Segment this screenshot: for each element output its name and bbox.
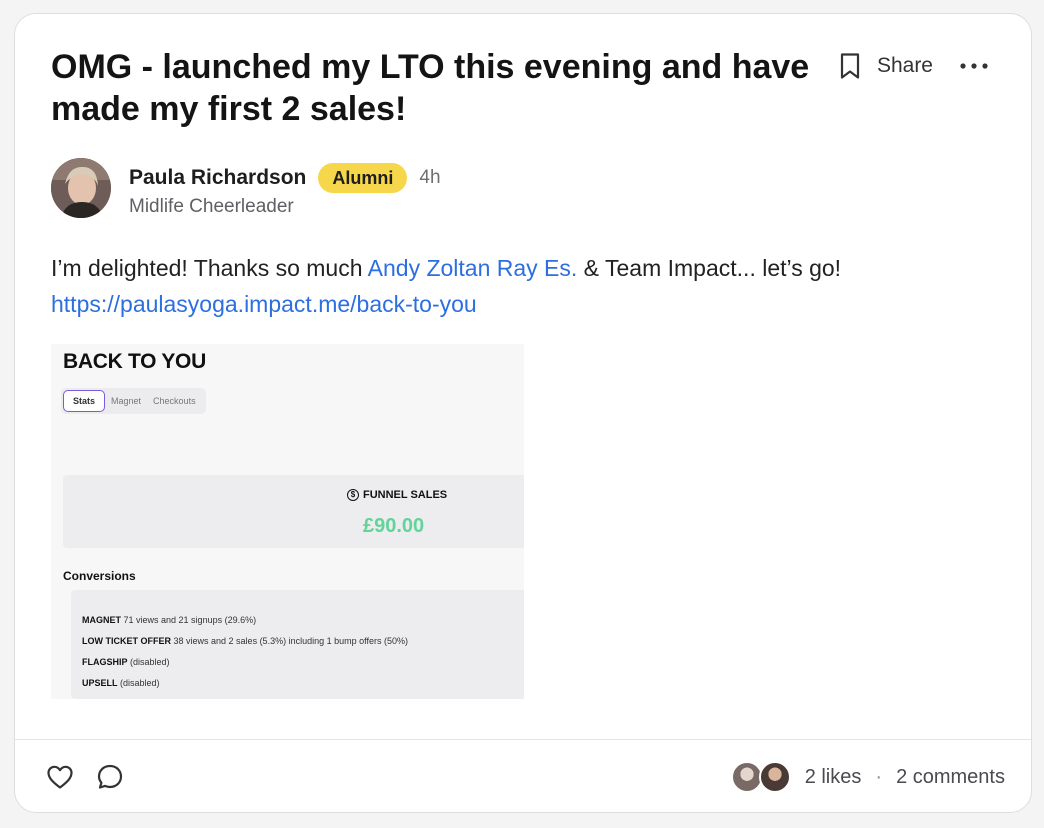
bookmark-icon[interactable] [837, 50, 863, 82]
attachment-tab-magnet: Magnet [111, 396, 142, 406]
conversion-detail: (disabled) [120, 678, 160, 688]
conversion-label: LOW TICKET OFFER [82, 636, 171, 646]
conversion-detail: (disabled) [130, 657, 170, 667]
attachment-title: BACK TO YOU [63, 350, 206, 373]
post-url-link[interactable]: https://paulasyoga.impact.me/back-to-you [51, 291, 477, 317]
conversion-label: UPSELL [82, 678, 118, 688]
body-text-start: I’m delighted! Thanks so much [51, 255, 368, 281]
footer-divider [15, 739, 1031, 740]
funnel-sales-panel: $ FUNNEL SALES £90.00 [63, 475, 524, 548]
funnel-sales-value: £90.00 [363, 515, 425, 537]
author-meta: Paula Richardson Alumni 4h Midlife Cheer… [129, 158, 441, 218]
conversion-row: LOW TICKET OFFER 38 views and 2 sales (5… [82, 631, 524, 652]
author-block: Paula Richardson Alumni 4h Midlife Cheer… [51, 158, 441, 220]
post-time: 4h [419, 167, 441, 188]
comments-count[interactable]: 2 comments [896, 766, 1005, 789]
attachment-tabs: Stats Magnet Checkouts [61, 388, 206, 414]
alumni-badge: Alumni [318, 163, 408, 193]
funnel-sales-label: $ FUNNEL SALES [347, 489, 447, 501]
attachment-tab-checkouts: Checkouts [153, 396, 196, 406]
conversion-label: MAGNET [82, 615, 121, 625]
funnel-sales-text: FUNNEL SALES [363, 489, 448, 501]
heart-icon[interactable] [45, 762, 75, 792]
avatar [730, 761, 763, 793]
more-icon[interactable] [959, 50, 989, 82]
conversions-panel: MAGNET 71 views and 21 signups (29.6%) L… [71, 590, 524, 699]
post-card: OMG - launched my LTO this evening and h… [14, 13, 1032, 813]
conversion-row: UPSELL (disabled) [82, 673, 524, 694]
share-button[interactable]: Share [877, 54, 933, 78]
author-line: Paula Richardson Alumni 4h [129, 162, 441, 194]
body-text-end: & Team Impact... let’s go! [577, 255, 842, 281]
stats-separator: · [875, 765, 883, 788]
post-body: I’m delighted! Thanks so much Andy Zolta… [51, 250, 991, 322]
post-stats: 2 likes · 2 comments [730, 760, 1005, 794]
conversion-detail: 71 views and 21 signups (29.6%) [123, 615, 257, 625]
avatar[interactable] [51, 158, 111, 218]
attachment-tab-stats: Stats [63, 390, 106, 412]
conversion-row: MAGNET 71 views and 21 signups (29.6%) [82, 610, 524, 631]
comment-icon[interactable] [95, 762, 125, 792]
conversion-label: FLAGSHIP [82, 657, 128, 667]
mention-link[interactable]: Andy Zoltan Ray Es. [368, 255, 578, 281]
dollar-coin-icon: $ [347, 489, 359, 501]
attachment-image[interactable]: BACK TO YOU Stats Magnet Checkouts $ FUN… [51, 344, 524, 699]
conversion-row: FLAGSHIP (disabled) [82, 652, 524, 673]
author-name[interactable]: Paula Richardson [129, 166, 306, 190]
conversion-detail: 38 views and 2 sales (5.3%) including 1 … [173, 636, 408, 646]
reaction-actions [45, 762, 125, 792]
post-title: OMG - launched my LTO this evening and h… [51, 48, 810, 128]
author-subtitle: Midlife Cheerleader [129, 196, 294, 217]
conversions-title: Conversions [63, 569, 136, 583]
likes-count[interactable]: 2 likes [805, 766, 862, 789]
avatar [758, 761, 791, 793]
liker-avatars[interactable] [730, 761, 791, 793]
post-actions: Share [837, 50, 989, 82]
